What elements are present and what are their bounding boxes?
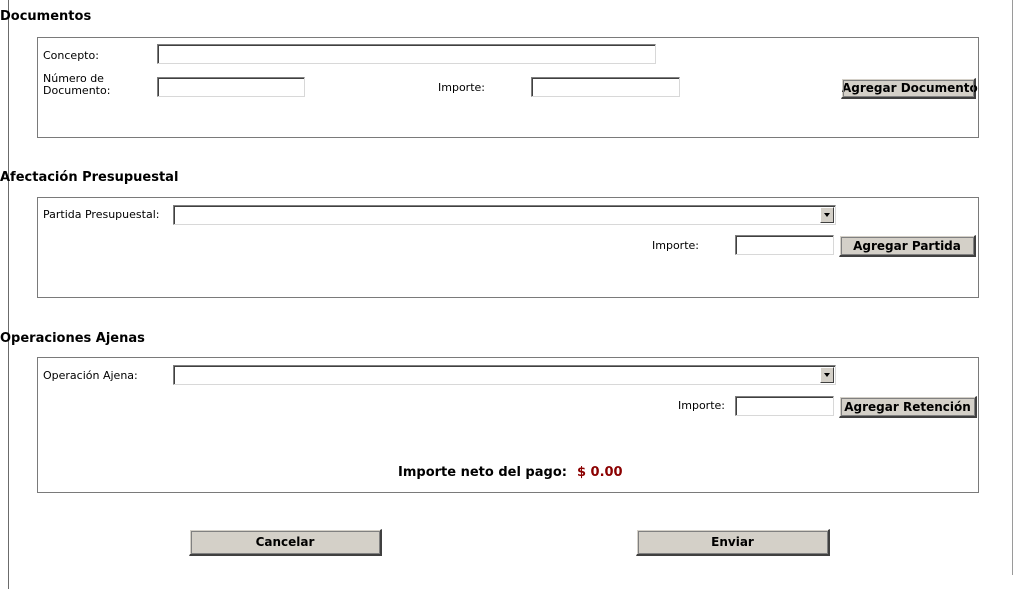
partida-importe-label: Importe: — [652, 239, 699, 252]
importe-neto-value: $ 0.00 — [576, 465, 623, 480]
documentos-panel: Concepto: Número de Documento: Importe: … — [37, 37, 979, 138]
operaciones-heading: Operaciones Ajenas — [0, 331, 145, 346]
dropdown-arrow-icon[interactable] — [820, 207, 834, 223]
operacion-ajena-select[interactable] — [173, 365, 836, 385]
operacion-ajena-label: Operación Ajena: — [43, 369, 138, 382]
agregar-documento-button[interactable]: Agregar Documento — [841, 78, 978, 99]
cancelar-button[interactable]: Cancelar — [189, 529, 382, 556]
partida-presupuestal-select[interactable] — [173, 205, 836, 225]
partida-importe-input[interactable] — [735, 235, 834, 255]
page-left-border — [8, 0, 9, 589]
operacion-importe-input[interactable] — [735, 396, 834, 416]
operacion-importe-label: Importe: — [678, 399, 725, 412]
page-right-border — [1012, 0, 1013, 575]
agregar-retencion-button[interactable]: Agregar Retención — [839, 396, 977, 418]
agregar-partida-button[interactable]: Agregar Partida — [839, 235, 976, 257]
numero-documento-label: Número de Documento: — [43, 72, 111, 97]
importe-neto-row: Importe neto del pago: $ 0.00 — [398, 465, 623, 480]
importe-neto-label: Importe neto del pago: — [398, 465, 567, 480]
partida-presupuestal-label: Partida Presupuestal: — [43, 208, 160, 221]
documento-importe-input[interactable] — [531, 77, 680, 97]
numero-documento-input[interactable] — [157, 77, 305, 97]
enviar-button[interactable]: Enviar — [636, 529, 830, 556]
concepto-input[interactable] — [157, 44, 656, 64]
documento-importe-label: Importe: — [438, 81, 485, 94]
operaciones-panel: Operación Ajena: Importe: Agregar Retenc… — [37, 357, 979, 493]
dropdown-arrow-icon[interactable] — [820, 367, 834, 383]
afectacion-heading: Afectación Presupuestal — [0, 170, 179, 185]
documentos-heading: Documentos — [0, 9, 92, 24]
concepto-label: Concepto: — [43, 49, 99, 62]
afectacion-panel: Partida Presupuestal: Importe: Agregar P… — [37, 197, 979, 298]
